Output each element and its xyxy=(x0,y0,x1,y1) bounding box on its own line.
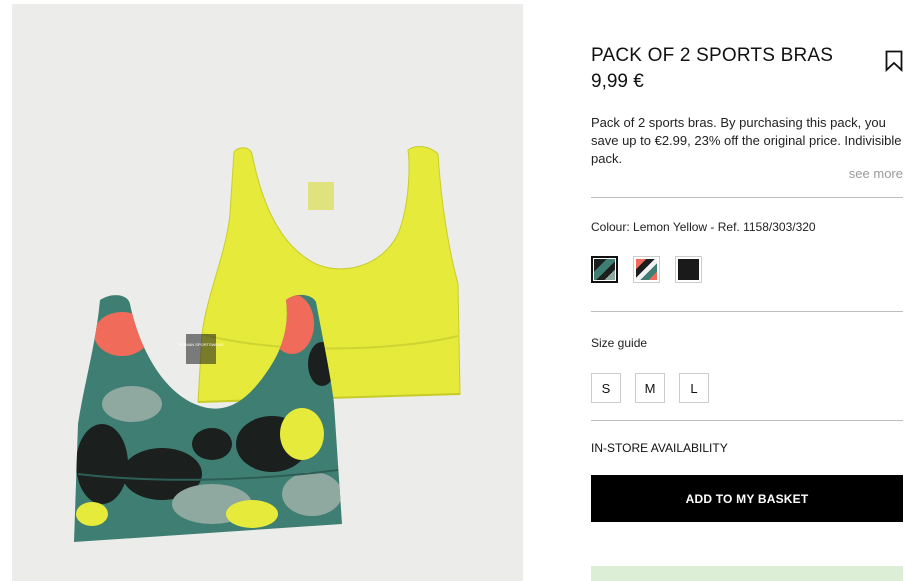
yellow-sports-bra xyxy=(197,146,461,403)
add-to-basket-button[interactable]: ADD TO MY BASKET xyxy=(591,475,903,522)
product-image[interactable]: WOMAN SPORTSWEAR xyxy=(12,4,523,581)
colour-swatch-black[interactable] xyxy=(675,256,702,283)
product-price: 9,99 € xyxy=(591,71,644,92)
in-store-availability-link[interactable]: IN-STORE AVAILABILITY xyxy=(591,441,903,455)
camo-bra-tag xyxy=(186,334,216,364)
bookmark-outline-icon xyxy=(885,50,903,73)
divider xyxy=(591,311,903,312)
size-option-l[interactable]: L xyxy=(679,373,709,403)
colour-reference-label: Colour: Lemon Yellow - Ref. 1158/303/320 xyxy=(591,220,816,234)
size-guide-link[interactable]: Size guide xyxy=(591,336,903,350)
product-photo-illustration: WOMAN SPORTSWEAR xyxy=(74,146,461,542)
wishlist-bookmark-button[interactable] xyxy=(885,50,903,73)
product-info-panel: PACK OF 2 SPORTS BRAS 9,99 € Pack of 2 s… xyxy=(591,44,903,522)
size-option-s[interactable]: S xyxy=(591,373,621,403)
divider xyxy=(591,420,903,421)
promo-banner-strip xyxy=(591,566,903,581)
product-title: PACK OF 2 SPORTS BRAS xyxy=(591,45,834,66)
size-option-m[interactable]: M xyxy=(635,373,665,403)
product-description: Pack of 2 sports bras. By purchasing thi… xyxy=(591,115,902,166)
colour-swatches xyxy=(591,256,903,283)
divider xyxy=(591,197,903,198)
yellow-bra-tag xyxy=(308,182,334,210)
colour-swatch-camo-coral[interactable] xyxy=(633,256,660,283)
colour-swatch-camo-green[interactable] xyxy=(591,256,618,283)
size-selector: S M L xyxy=(591,373,903,403)
camo-bra-tag-text: WOMAN SPORTSWEAR xyxy=(178,342,223,347)
see-more-link[interactable]: see more xyxy=(591,166,903,181)
